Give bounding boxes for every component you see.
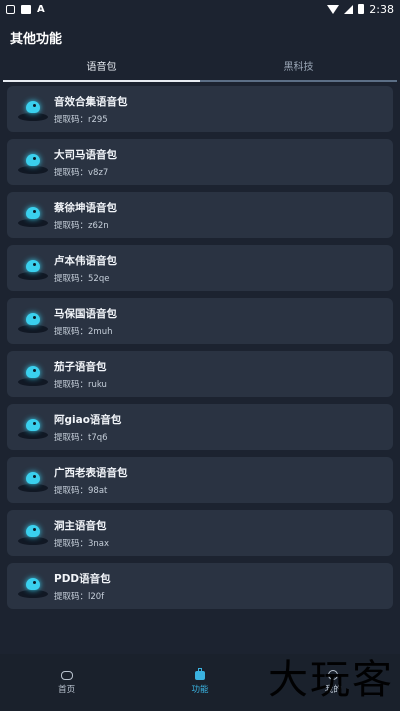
bird-icon [15,94,51,124]
battery-icon [358,4,365,14]
voice-pack-list: 音效合集语音包 提取码：r295 大司马语音包 提取码：v8z7 蔡徐坤语音包 提取码… [0,82,400,609]
watermark: 大玩客 [268,657,394,703]
item-code: 提取码：z62n [54,220,109,231]
status-notification-icons: A [6,4,45,15]
status-system-icons: 2:38 [327,3,394,16]
list-item[interactable]: 茄子语音包提取码：ruku [7,351,393,397]
gamepad-icon [60,670,73,680]
bird-icon [15,200,51,230]
notification-a-icon: A [37,3,45,15]
item-code: 提取码：v8z7 [54,167,109,178]
item-code: 提取码：52qe [54,273,110,284]
status-bar: A 2:38 [0,0,400,18]
nav-features-label: 功能 [191,684,209,695]
tab-bar: 语音包 黑科技 [3,56,397,82]
item-title: 卢本伟语音包 [54,254,117,267]
item-code: 提取码：3nax [54,538,110,549]
bird-icon [15,412,51,442]
list-item[interactable]: PDD语音包 提取码：l20f [7,563,393,609]
nav-home-label: 首页 [58,684,76,695]
bird-icon [15,359,51,389]
list-item[interactable]: 音效合集语音包 提取码：r295 [7,86,393,132]
bird-icon [15,465,51,495]
item-title: PDD语音包 [54,572,111,585]
item-title: 阿giao语音包 [54,413,122,426]
list-item[interactable]: 蔡徐坤语音包 提取码：z62n [7,192,393,238]
list-item[interactable]: 洞主语音包提取码：3nax [7,510,393,556]
bird-icon [15,253,51,283]
item-title: 茄子语音包 [54,360,107,373]
page-title: 其他功能 [10,31,63,47]
item-title: 音效合集语音包 [54,95,128,108]
list-item[interactable]: 大司马语音包 提取码：v8z7 [7,139,393,185]
item-code: 提取码：98at [54,485,108,496]
list-item[interactable]: 广西老表语音包 提取码：98at [7,457,393,503]
tab-black-tech[interactable]: 黑科技 [200,56,397,82]
wifi-icon [327,4,340,14]
tab-track [200,80,397,82]
item-code: 提取码：2muh [54,326,113,337]
briefcase-icon [194,667,205,680]
item-code: 提取码：ruku [54,379,107,390]
list-item[interactable]: 卢本伟语音包 提取码：52qe [7,245,393,291]
item-title: 马保国语音包 [54,307,117,320]
signal-icon [344,4,354,14]
bird-icon [15,571,51,601]
list-item[interactable]: 马保国语音包 提取码：2muh [7,298,393,344]
bird-icon [15,306,51,336]
item-title: 蔡徐坤语音包 [54,201,117,214]
tab-voice-packs[interactable]: 语音包 [3,56,200,82]
item-code: 提取码：r295 [54,114,108,125]
item-code: 提取码：t7q6 [54,432,108,443]
item-title: 大司马语音包 [54,148,117,161]
nav-features[interactable]: 功能 [160,667,240,695]
item-title: 洞主语音包 [54,519,107,532]
bird-icon [15,518,51,548]
active-tab-indicator [3,80,200,82]
item-code: 提取码：l20f [54,591,105,602]
list-item[interactable]: 阿giao语音包 提取码：t7q6 [7,404,393,450]
notification-square-icon [6,4,15,14]
status-time: 2:38 [369,2,394,16]
notification-image-icon [21,4,31,14]
nav-home[interactable]: 首页 [27,670,107,695]
bird-icon [15,147,51,177]
item-title: 广西老表语音包 [54,466,128,479]
